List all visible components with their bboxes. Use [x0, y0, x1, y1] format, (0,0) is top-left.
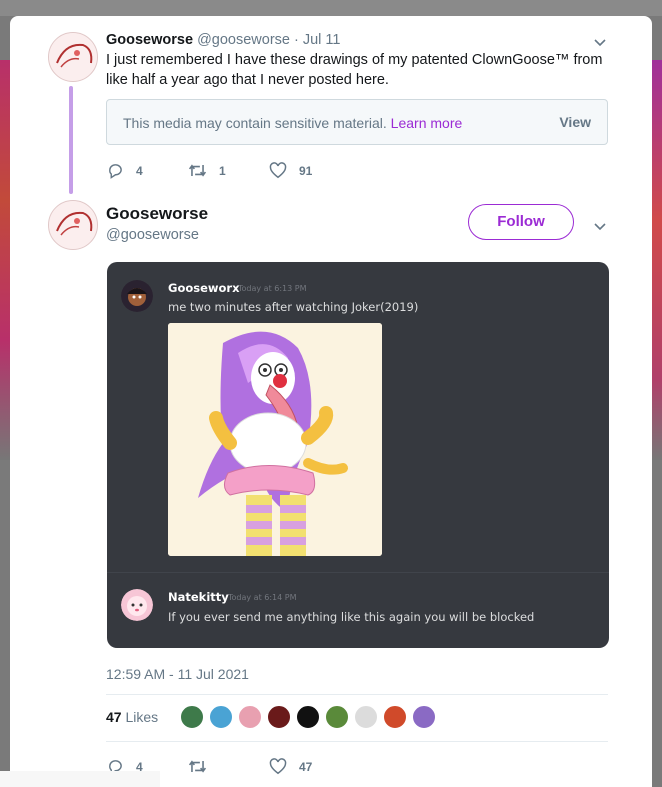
liker-avatar[interactable] [412, 705, 436, 729]
message-author: Gooseworx [168, 281, 240, 295]
message-time: Today at 6:13 PM [238, 284, 307, 293]
like-count: 47 [299, 759, 313, 774]
like-button[interactable]: 47 [269, 758, 312, 775]
thread-line [69, 86, 73, 194]
liker-avatar[interactable] [267, 705, 291, 729]
display-name[interactable]: Gooseworse [106, 204, 208, 224]
tweet-modal: Gooseworse @gooseworse · Jul 11 I just r… [10, 16, 652, 787]
liker-avatar[interactable] [238, 705, 262, 729]
chevron-down-icon[interactable] [592, 218, 608, 234]
liker-avatar[interactable] [383, 705, 407, 729]
clowngoose-drawing [168, 323, 382, 556]
reply-button[interactable]: 4 [107, 162, 143, 179]
retweet-icon [188, 164, 207, 177]
handle[interactable]: @gooseworse [197, 32, 290, 48]
view-button[interactable]: View [559, 114, 591, 130]
handle[interactable]: @gooseworse [106, 227, 199, 243]
likes-count: 47 [106, 709, 122, 725]
tweet-timestamp[interactable]: 12:59 AM - 11 Jul 2021 [106, 666, 249, 682]
liker-avatar[interactable] [325, 705, 349, 729]
heart-icon [269, 162, 287, 179]
liker-avatar[interactable] [209, 705, 233, 729]
message-text: me two minutes after watching Joker(2019… [168, 300, 419, 314]
message-text: If you ever send me anything like this a… [168, 610, 535, 624]
sensitive-message: This media may contain sensitive materia… [123, 115, 387, 131]
like-button[interactable]: 91 [269, 162, 312, 179]
gooseworse-avatar[interactable] [48, 200, 98, 250]
retweet-button[interactable]: 1 [188, 162, 226, 179]
chevron-down-icon[interactable] [592, 34, 608, 50]
message-divider [107, 572, 609, 573]
retweet-count: 1 [219, 163, 226, 178]
natekitty-avatar [121, 589, 153, 621]
heart-icon [269, 758, 287, 775]
backdrop-left [0, 60, 10, 460]
sensitive-media-notice: This media may contain sensitive materia… [106, 99, 608, 145]
retweet-button[interactable] [188, 758, 219, 775]
message-author: Natekitty [168, 590, 229, 604]
backdrop-right [652, 60, 662, 460]
retweet-icon [188, 760, 207, 773]
tweet-text: I just remembered I have these drawings … [106, 52, 603, 88]
reply-icon [109, 164, 122, 179]
backdrop-bottom [0, 771, 160, 787]
reply-count: 4 [136, 163, 143, 178]
divider [106, 694, 608, 695]
parent-tweet-header: Gooseworse @gooseworse · Jul 11 [106, 32, 340, 48]
liker-avatars [180, 705, 441, 729]
likes-summary[interactable]: 47 Likes [106, 709, 158, 725]
divider [106, 741, 608, 742]
backdrop-top [0, 0, 662, 16]
tweet-date[interactable]: · Jul 11 [294, 32, 340, 48]
gooseworx-avatar [121, 280, 153, 312]
learn-more-link[interactable]: Learn more [391, 115, 463, 131]
liker-avatar[interactable] [296, 705, 320, 729]
display-name[interactable]: Gooseworse [106, 32, 193, 48]
gooseworse-avatar[interactable] [48, 32, 98, 82]
liker-avatar[interactable] [354, 705, 378, 729]
attached-image-discord-chat[interactable]: Gooseworx Today at 6:13 PM me two minute… [107, 262, 609, 648]
likes-label: Likes [125, 709, 159, 725]
liker-avatar[interactable] [180, 705, 204, 729]
follow-button[interactable]: Follow [468, 204, 574, 240]
like-count: 91 [299, 163, 313, 178]
message-time: Today at 6:14 PM [228, 593, 297, 602]
